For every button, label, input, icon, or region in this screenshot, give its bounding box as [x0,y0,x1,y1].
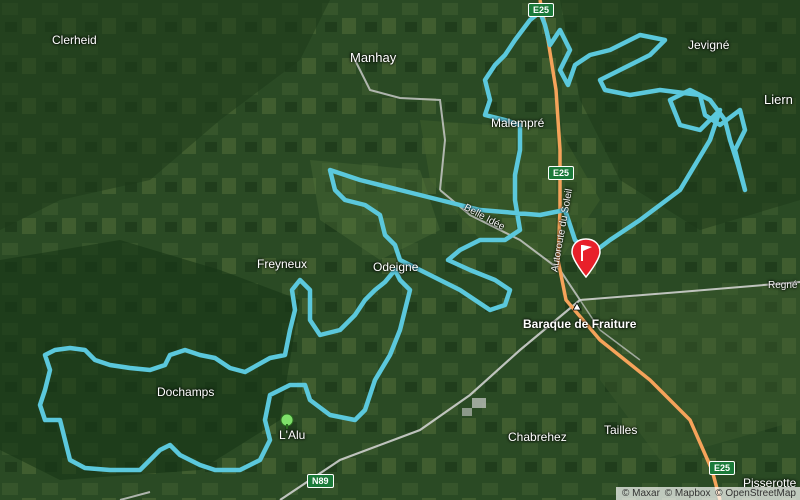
road-shield-n89: N89 [307,474,334,488]
satellite-map[interactable]: Clerheid Manhay Jevigné Liern Malempré F… [0,0,800,500]
map-attribution: © Maxar © Mapbox © OpenStreetMap [616,487,800,500]
flag-marker-icon[interactable] [570,238,602,279]
building [462,408,472,416]
road-shield-e25: E25 [528,3,555,17]
map-canvas[interactable] [0,0,800,500]
place-label-tailles: Tailles [604,423,638,437]
road-shield-e25: E25 [548,166,575,180]
attribution-mapbox[interactable]: © Mapbox [665,488,711,499]
place-label-jevigne: Jevigné [688,38,730,52]
place-label-regne: Regné [768,280,798,291]
building [472,398,486,408]
place-label-clerheid: Clerheid [52,33,97,47]
place-label-baraque: Baraque de Fraiture [523,317,637,331]
place-label-manhay: Manhay [350,50,397,65]
place-label-dochamps: Dochamps [157,385,215,399]
place-label-chabrehez: Chabrehez [508,430,567,444]
attribution-maxar[interactable]: © Maxar [622,488,660,499]
place-label-freyneux: Freyneux [257,257,308,271]
place-label-odeigne: Odeigne [373,260,419,274]
place-label-lalu: L'Alu [279,428,306,442]
attribution-osm[interactable]: © OpenStreetMap [715,488,796,499]
place-label-lierneux: Liern [764,92,793,107]
place-label-malempre: Malempré [491,116,545,130]
road-shield-e25: E25 [709,461,736,475]
